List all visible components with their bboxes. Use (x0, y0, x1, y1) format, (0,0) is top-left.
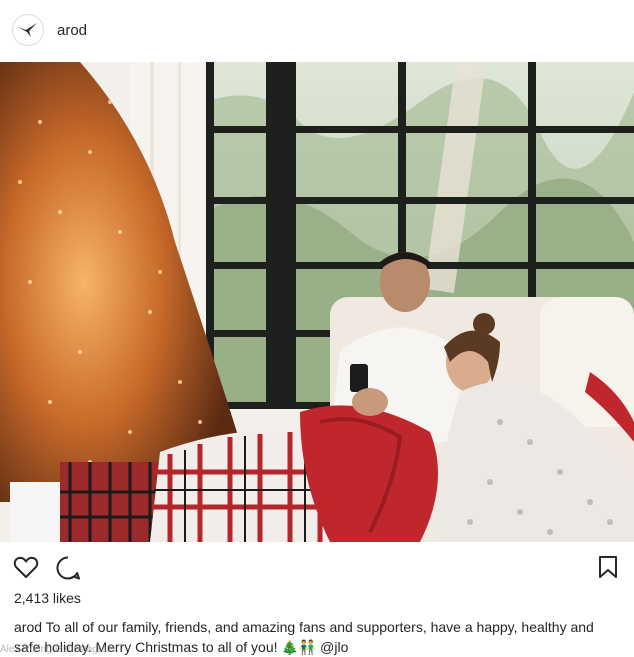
heart-icon[interactable] (13, 555, 39, 579)
avatar[interactable] (12, 14, 44, 46)
photo-credit-watermark: Alex Rodriguez/Instagram (0, 644, 116, 655)
bookmark-icon[interactable] (598, 555, 618, 579)
comment-bubble-icon[interactable] (55, 555, 81, 581)
arod-logo-icon (18, 23, 37, 37)
likes-count[interactable]: 2,413 likes (14, 590, 81, 606)
post-header: arod (0, 0, 634, 62)
caption-emoji: 🎄👬 (281, 639, 317, 655)
caption-username[interactable]: arod (14, 619, 42, 635)
action-bar (0, 548, 634, 586)
photo-illustration (0, 62, 634, 542)
post-username[interactable]: arod (57, 22, 87, 39)
caption-mention[interactable]: @jlo (320, 639, 348, 655)
post-photo[interactable] (0, 62, 634, 542)
